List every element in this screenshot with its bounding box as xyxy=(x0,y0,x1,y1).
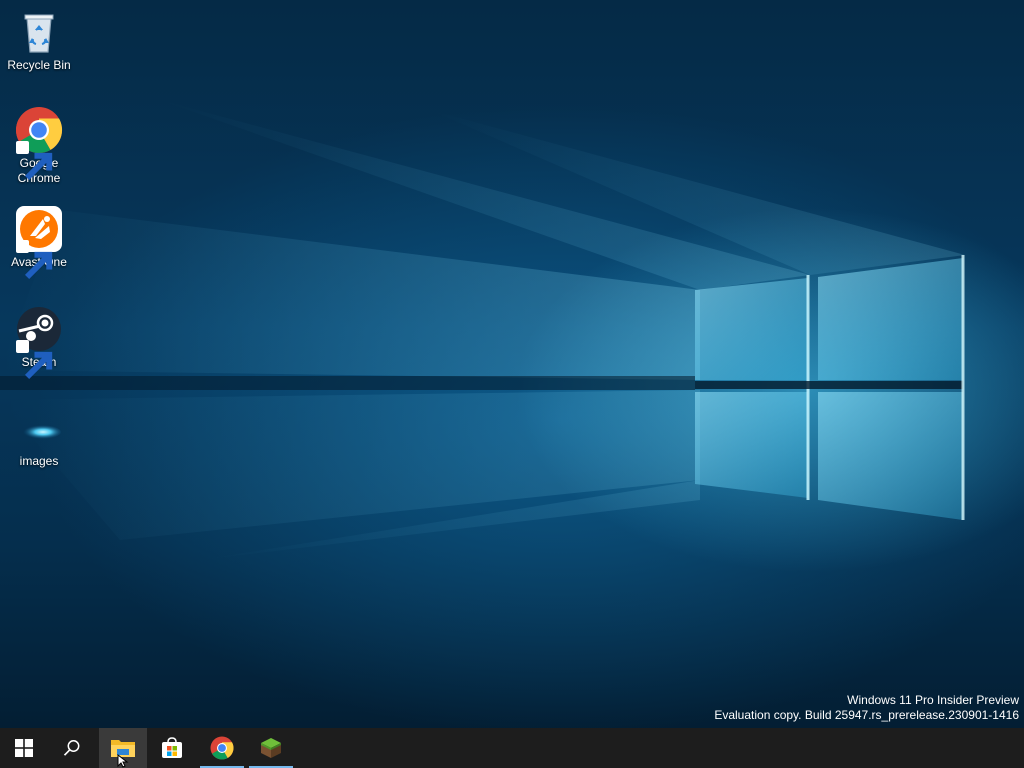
desktop[interactable]: Recycle Bin Google Chrome Avast One Stea… xyxy=(0,0,1024,728)
search-button[interactable] xyxy=(48,728,96,768)
taskbar xyxy=(0,728,1024,768)
folder-icon xyxy=(15,404,63,452)
search-icon xyxy=(63,740,80,756)
watermark-line-edition: Windows 11 Pro Insider Preview xyxy=(847,693,1019,707)
store-icon xyxy=(162,737,182,758)
recycle-bin-icon xyxy=(15,8,63,56)
desktop-icon-recycle-bin[interactable]: Recycle Bin xyxy=(4,8,74,73)
avast-icon xyxy=(15,205,63,280)
desktop-icon-label: Recycle Bin xyxy=(7,58,71,72)
taskbar-microsoft-store[interactable] xyxy=(148,728,196,768)
chrome-icon xyxy=(15,106,63,181)
desktop-icon-google-chrome[interactable]: Google Chrome xyxy=(4,106,74,186)
start-button[interactable] xyxy=(0,728,48,768)
evaluation-watermark: Windows 11 Pro Insider Preview Evaluatio… xyxy=(714,693,1019,723)
mouse-cursor-icon xyxy=(117,754,129,768)
watermark-line-build: Evaluation copy. Build 25947.rs_prerelea… xyxy=(714,708,1019,722)
windows-logo-icon xyxy=(15,739,33,757)
shortcut-arrow-icon xyxy=(16,340,53,380)
wallpaper xyxy=(0,100,965,560)
chrome-icon xyxy=(210,736,234,760)
desktop-icon-steam[interactable]: Steam xyxy=(4,305,74,380)
shortcut-arrow-icon xyxy=(16,240,53,280)
taskbar-google-chrome[interactable] xyxy=(198,728,246,768)
desktop-icon-images[interactable]: images xyxy=(4,404,74,469)
desktop-icon-label: images xyxy=(19,454,59,468)
minecraft-icon xyxy=(261,738,281,758)
desktop-icon-avast-one[interactable]: Avast One xyxy=(4,205,74,280)
taskbar-minecraft[interactable] xyxy=(247,728,295,768)
shortcut-arrow-icon xyxy=(16,141,53,181)
steam-icon xyxy=(15,305,63,380)
